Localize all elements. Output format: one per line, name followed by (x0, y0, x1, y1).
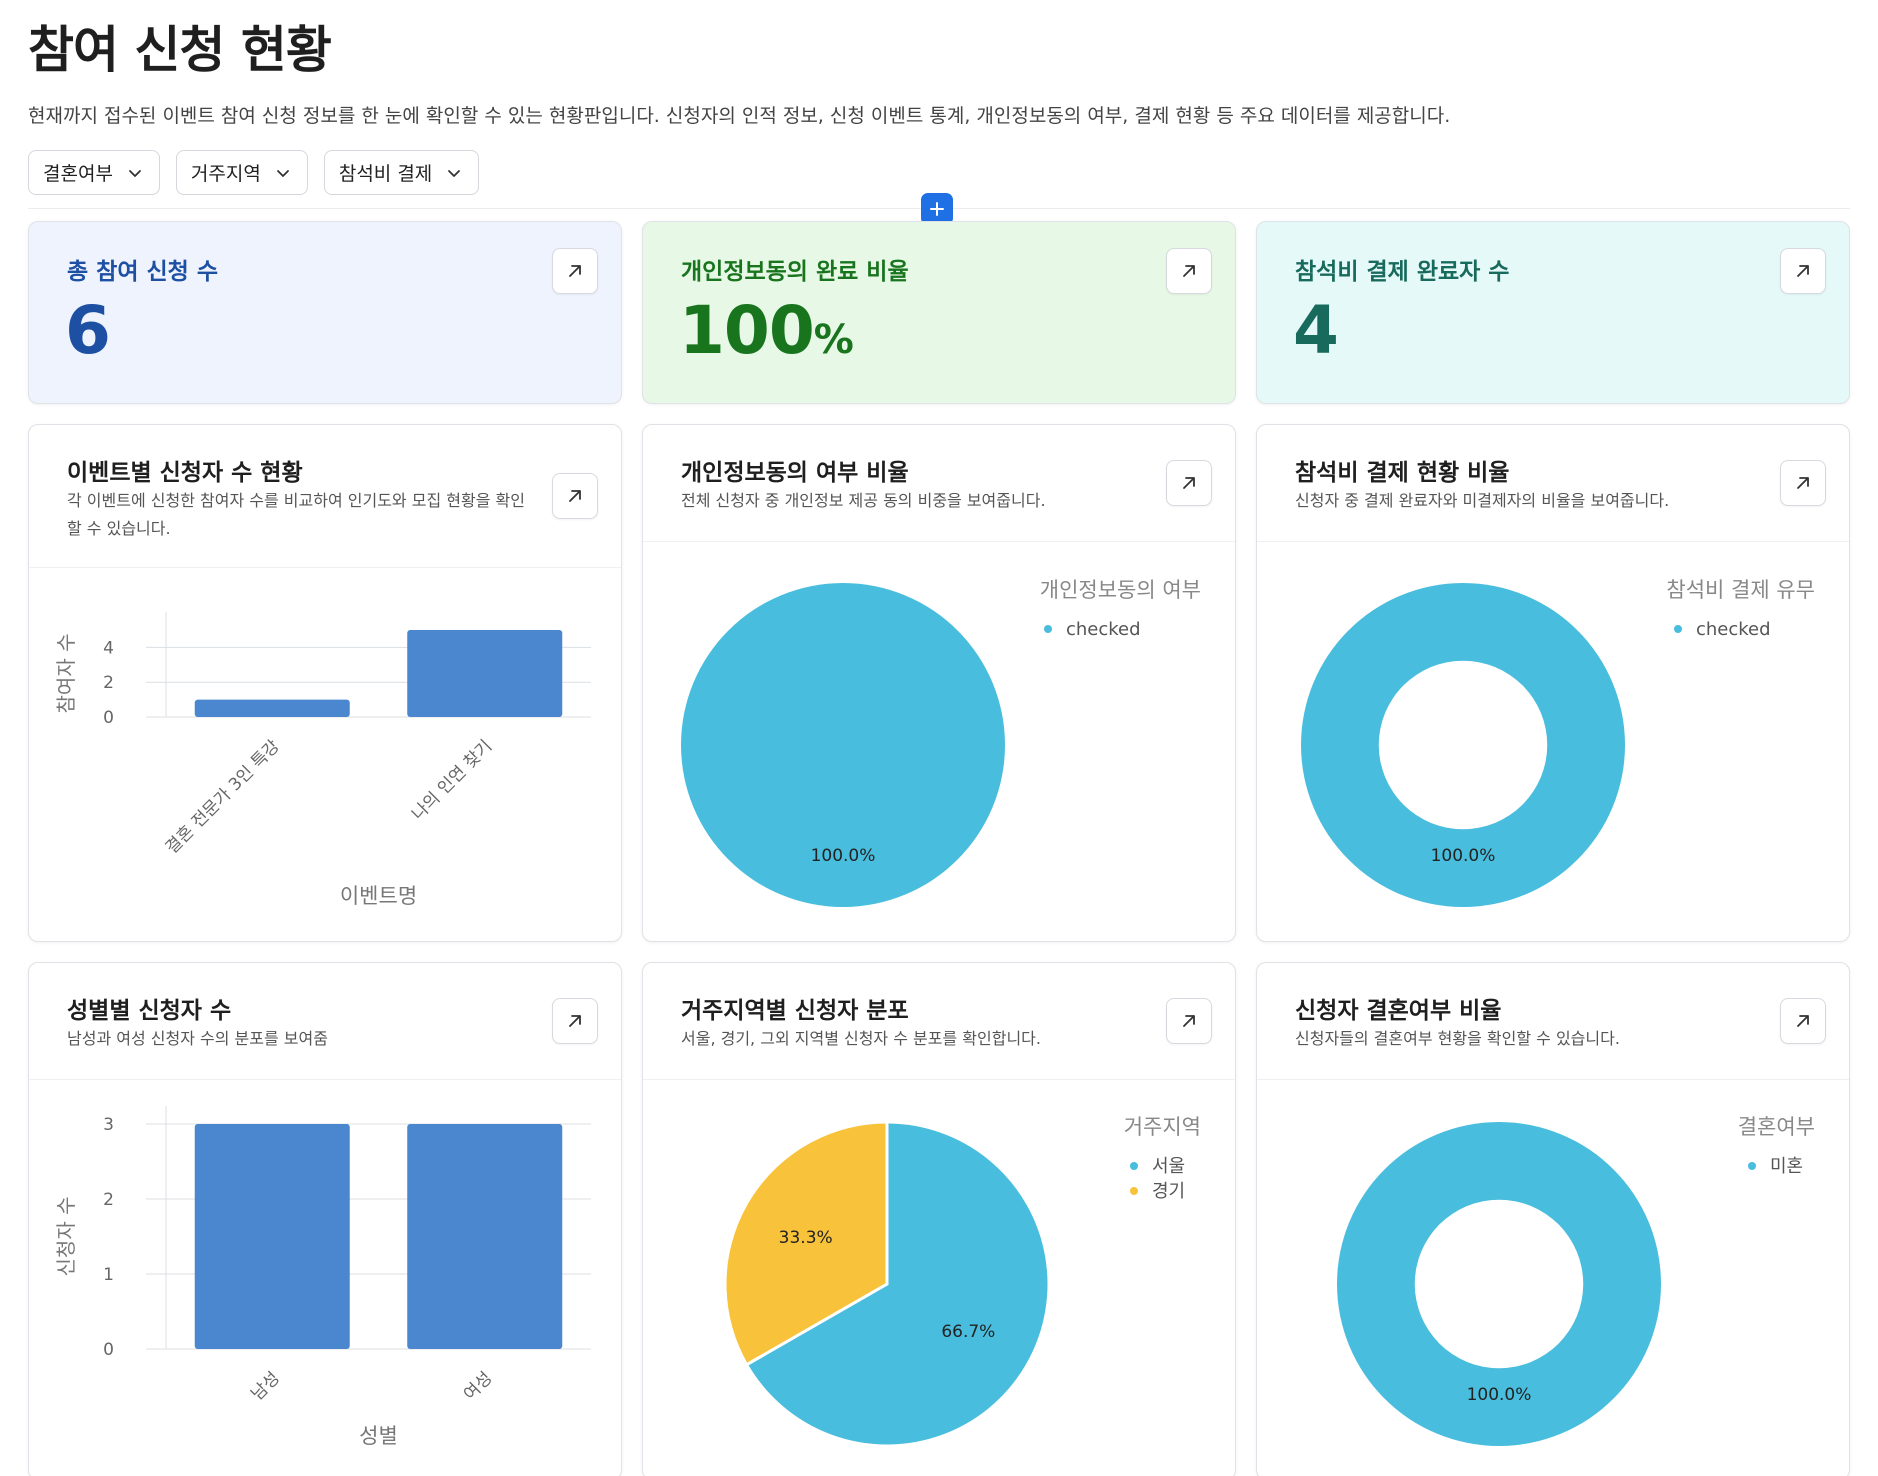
legend-title: 거주지역 (1124, 1115, 1201, 1139)
filter-bar: 결혼여부 거주지역 참석비 결제 (28, 150, 480, 195)
bar (407, 1124, 563, 1349)
x-tick-label: 남성 (248, 1368, 284, 1404)
pie-chart-region: 66.7% 33.3% 거주지역서울경기 (723, 1115, 1201, 1448)
y-tick-label: 1 (103, 1265, 114, 1285)
filter-label: 참석비 결제 (338, 163, 433, 185)
percent-label: 66.7% (941, 1322, 995, 1342)
y-tick-label: 0 (103, 1340, 114, 1360)
donut-chart-marital: 100.0% 결혼여부미혼 (1337, 1115, 1815, 1446)
filter-label: 거주지역 (190, 163, 261, 185)
filter-payment[interactable]: 참석비 결제 (323, 150, 480, 195)
kpi-card-paid-count: 참석비 결제 완료자 수 4 (1256, 221, 1850, 404)
bar (194, 1124, 350, 1349)
filter-region[interactable]: 거주지역 (175, 150, 308, 195)
x-axis-title: 성별 (359, 1424, 398, 1448)
legend-label: checked (1696, 619, 1771, 640)
percent-label: 33.3% (779, 1228, 833, 1248)
donut-chart-payment: 100.0% 참석비 결제 유무 checked (1301, 578, 1815, 907)
expand-button[interactable] (1166, 248, 1212, 294)
donut-hole (1414, 1199, 1584, 1369)
legend-title: 개인정보동의 여부 (1040, 578, 1201, 602)
kpi-card-total-applicants: 총 참여 신청 수 6 (28, 221, 622, 404)
kpi-value: 4 (1293, 292, 1339, 369)
percent-label: 100.0% (811, 846, 876, 866)
legend-label: 서울 (1152, 1156, 1185, 1177)
chevron-down-icon (448, 169, 461, 177)
chart-card-privacy: 개인정보동의 여부 비율 전체 신청자 중 개인정보 제공 동의 비중을 보여줍… (642, 424, 1236, 942)
chevron-down-icon (129, 169, 141, 177)
percent-label: 100.0% (1431, 846, 1496, 866)
legend-swatch (1130, 1187, 1138, 1195)
x-tick-label: 여성 (460, 1368, 496, 1404)
expand-button[interactable] (1780, 248, 1826, 294)
filter-label: 결혼여부 (43, 163, 113, 185)
y-tick-label: 0 (103, 708, 114, 728)
legend-swatch (1748, 1162, 1756, 1170)
y-axis-title: 신청자 수 (54, 1197, 78, 1277)
bar (194, 699, 350, 717)
donut-hole (1378, 660, 1548, 830)
percent-label: 100.0% (1467, 1385, 1532, 1405)
chevron-down-icon (276, 169, 289, 177)
legend-swatch (1044, 625, 1052, 633)
y-axis-title: 참여자 수 (54, 634, 78, 714)
legend-swatch (1130, 1162, 1138, 1170)
x-axis-title: 이벤트명 (340, 884, 417, 908)
y-tick-label: 3 (103, 1115, 114, 1135)
x-tick-label: 나의 인연 찾기 (408, 736, 496, 824)
chart-card-events: 이벤트별 신청자 수 현황 각 이벤트에 신청한 참여자 수를 비교하여 인기도… (28, 424, 622, 942)
bar (407, 630, 563, 717)
legend-label: checked (1066, 619, 1141, 640)
y-tick-label: 2 (103, 673, 114, 693)
page-description: 현재까지 접수된 이벤트 참여 신청 정보를 한 눈에 확인할 수 있는 현황판… (28, 105, 1451, 127)
legend-label: 미혼 (1770, 1156, 1803, 1177)
kpi-number: 4 (1293, 292, 1339, 369)
y-tick-label: 2 (103, 1190, 114, 1210)
kpi-value: 100% (679, 292, 854, 369)
legend-title: 참석비 결제 유무 (1666, 578, 1815, 602)
chart-card-payment: 참석비 결제 현황 비율 신청자 중 결제 완료자와 미결제자의 비율을 보여줍… (1256, 424, 1850, 942)
legend-swatch (1674, 625, 1682, 633)
page-title: 참여 신청 현황 (28, 21, 332, 79)
arrow-up-right-icon (1183, 265, 1195, 277)
plus-icon (930, 202, 944, 216)
legend-title: 결혼여부 (1738, 1115, 1815, 1139)
chart-card-region: 거주지역별 신청자 분포 서울, 경기, 그외 지역별 신청자 수 분포를 확인… (642, 962, 1236, 1476)
filter-marital[interactable]: 결혼여부 (28, 150, 160, 195)
legend-label: 경기 (1152, 1181, 1185, 1202)
kpi-value: 6 (65, 292, 111, 369)
kpi-title: 총 참여 신청 수 (67, 259, 218, 285)
y-tick-label: 4 (103, 638, 114, 658)
kpi-unit: % (813, 317, 854, 363)
bar-chart-events: 0 2 4 결혼 전문가 3인 특강 나의 인연 찾기 참여자 수이벤트명 (54, 612, 591, 908)
arrow-up-right-icon (569, 265, 581, 277)
chart-card-marital: 신청자 결혼여부 비율 신청자들의 결혼여부 현황을 확인할 수 있습니다. 1… (1256, 962, 1850, 1476)
kpi-card-privacy-rate: 개인정보동의 완료 비율 100% (642, 221, 1236, 404)
kpi-number: 6 (65, 292, 111, 369)
pie-chart-privacy: 100.0% 개인정보동의 여부 checked (681, 578, 1201, 907)
expand-button[interactable] (552, 248, 598, 294)
bar-chart-gender: 0 1 2 3 남성 여성 신청자 수성별 (54, 1106, 591, 1448)
kpi-title: 개인정보동의 완료 비율 (681, 259, 909, 285)
x-tick-label: 결혼 전문가 3인 특강 (162, 736, 284, 858)
chart-card-gender: 성별별 신청자 수 남성과 여성 신청자 수의 분포를 보여줌 0 1 2 3 남성 여성… (28, 962, 622, 1476)
arrow-up-right-icon (1797, 265, 1809, 277)
kpi-title: 참석비 결제 완료자 수 (1295, 259, 1510, 285)
kpi-number: 100 (679, 292, 815, 369)
